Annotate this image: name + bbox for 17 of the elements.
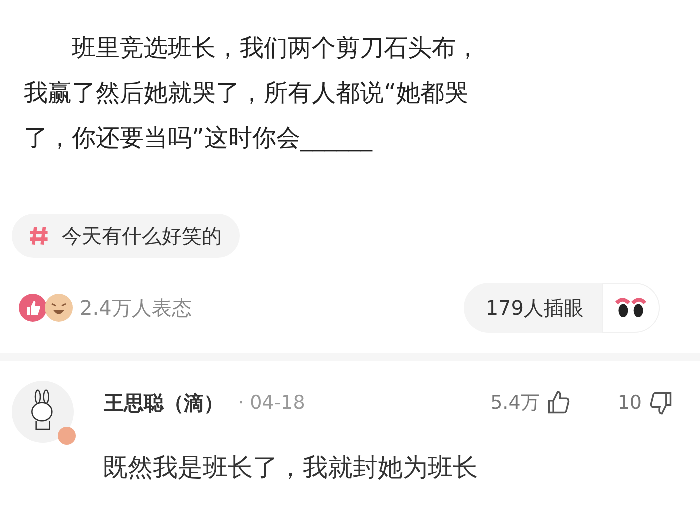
topic-tag[interactable]: 今天有什么好笑的 [12, 214, 240, 258]
thumbs-up-icon[interactable] [18, 293, 48, 323]
thumbs-down-icon[interactable] [648, 390, 674, 416]
like-count: 5.4万 [490, 391, 540, 416]
watch-button[interactable]: 179人插眼 [464, 283, 660, 333]
author-name[interactable]: 王思聪（滴） [104, 390, 224, 416]
topic-label: 今天有什么好笑的 [62, 222, 222, 250]
laughing-face-icon [44, 293, 74, 323]
hashtag-icon [28, 225, 50, 247]
comment-text: 既然我是班长了，我就封她为班长 [103, 452, 479, 484]
reaction-count: 2.4万人表态 [80, 294, 192, 322]
post-text: 班里竞选班长，我们两个剪刀石头布，我赢了然后她就哭了，所有人都说“她都哭了，你还要当吗”这时你会______ [23, 33, 481, 154]
eyes-icon [614, 296, 648, 320]
dislike-count: 10 [618, 392, 642, 414]
thumbs-up-icon[interactable] [546, 390, 572, 416]
comment-date: · 04-18 [238, 392, 306, 414]
badge-icon [58, 427, 76, 445]
